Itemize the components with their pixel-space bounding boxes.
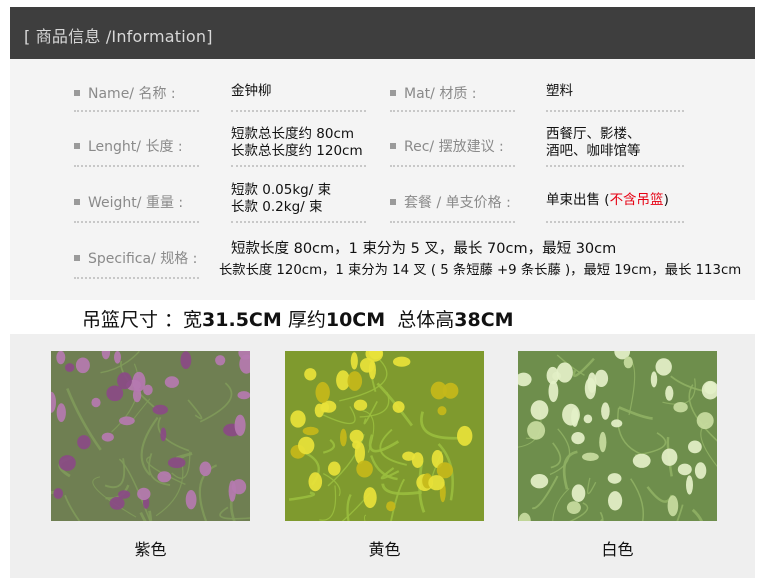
divider (74, 110, 199, 112)
mat-label: Mat/ 材质 : (390, 83, 476, 103)
name-label: Name/ 名称 : (74, 83, 176, 103)
bullet-icon (74, 90, 80, 96)
bullet-icon (390, 90, 396, 96)
info-title: [ 商品信息 /Information] (24, 27, 213, 46)
photo-white[interactable] (518, 351, 717, 521)
divider (231, 221, 366, 223)
divider (390, 110, 515, 112)
mat-value: 塑料 (546, 83, 573, 99)
flower-image (285, 351, 484, 521)
package-value: 单束出售 (不含吊篮) (546, 192, 669, 208)
divider (390, 165, 515, 167)
package-note: 不含吊篮 (609, 192, 664, 208)
divider (74, 277, 199, 279)
bullet-icon (74, 255, 80, 261)
photo-purple[interactable] (51, 351, 250, 521)
weight-value: 短款 0.05kg/ 束长款 0.2kg/ 束 (231, 182, 332, 215)
weight-label: Weight/ 重量 : (74, 192, 183, 212)
flower-image (518, 351, 717, 521)
basket-size: 吊篮尺寸 ：宽31.5CM 厚约10CM 总体高38CM (82, 309, 514, 331)
divider (390, 221, 515, 223)
package-label: 套餐 / 单支价格 : (390, 192, 511, 212)
specifica-value-short: 短款长度 80cm，1 束分为 5 叉，最长 70cm，最短 30cm (231, 241, 617, 257)
divider (231, 165, 366, 167)
divider (74, 221, 199, 223)
specifica-value-long: 长款长度 120cm，1 束分为 14 叉 ( 5 条短藤 +9 条长藤 )，最… (219, 263, 742, 278)
photo-yellow[interactable] (285, 351, 484, 521)
specifica-label: Specifica/ 规格 : (74, 248, 197, 268)
info-header: [ 商品信息 /Information] (10, 7, 755, 59)
bullet-icon (390, 199, 396, 205)
caption-white: 白色 (601, 540, 634, 559)
caption-yellow: 黄色 (368, 540, 401, 559)
bullet-icon (74, 143, 80, 149)
caption-purple: 紫色 (134, 540, 167, 559)
rec-label: Rec/ 摆放建议 : (390, 136, 504, 156)
divider (546, 221, 684, 223)
divider (546, 110, 684, 112)
divider (546, 165, 684, 167)
bullet-icon (74, 199, 80, 205)
length-label: Lenght/ 长度 : (74, 136, 183, 156)
divider (74, 165, 199, 167)
flower-image (51, 351, 250, 521)
rec-value: 西餐厅、影楼、 酒吧、咖啡馆等 (546, 126, 641, 159)
length-value: 短款总长度约 80cm 长款总长度约 120cm (231, 126, 363, 159)
name-value: 金钟柳 (231, 83, 272, 99)
divider (231, 110, 366, 112)
bullet-icon (390, 143, 396, 149)
